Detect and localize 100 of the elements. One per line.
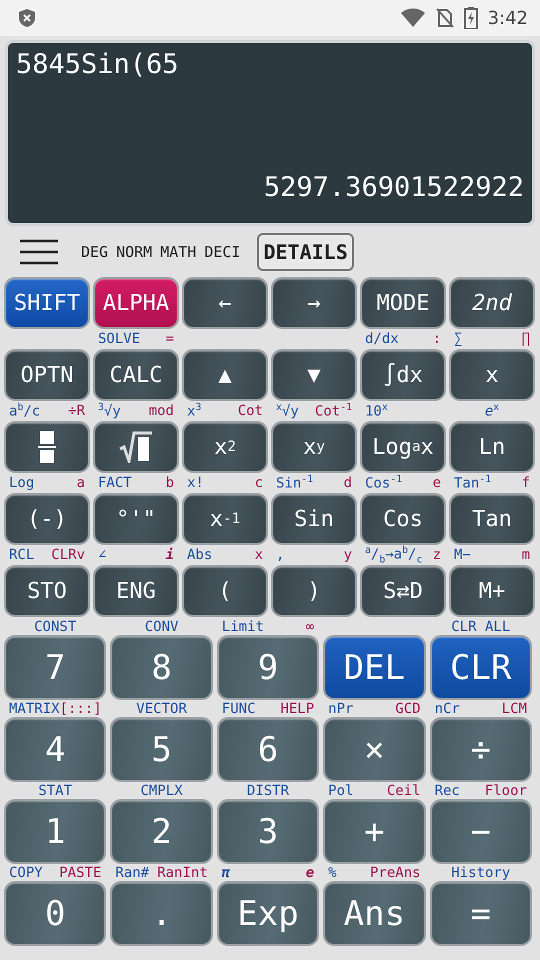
alpha-function-label: [:::] [60, 700, 102, 716]
calculator-key[interactable]: Ans [325, 883, 424, 944]
fraction-key[interactable] [6, 423, 88, 471]
alpha-function-label: LCM [502, 700, 527, 716]
calculator-key[interactable]: SHIFT [6, 279, 88, 327]
alpha-function-label: CLRv [51, 547, 85, 563]
shift-function-label: CLR ALL [451, 618, 510, 634]
shift-function-label: $^{a}$/$_{b}$→a$^{b}$/$_{c}$ [365, 544, 422, 566]
calculator-key[interactable]: ENG [95, 567, 177, 615]
shift-function-label: COPY [9, 864, 43, 880]
shift-function-label: Cos$^{-1}$ [365, 474, 402, 492]
alpha-function-label: e [306, 864, 314, 880]
alpha-function-label: ∞ [306, 618, 314, 634]
shift-function-label: e$^{x}$ [484, 402, 500, 420]
calculator-key[interactable]: Ln [451, 423, 533, 471]
alpha-function-label: PASTE [59, 864, 102, 880]
calculator-key[interactable]: S⇄D [362, 567, 444, 615]
calculator-key[interactable]: 7 [6, 637, 104, 698]
no-sim-icon [436, 8, 454, 28]
alpha-function-label: x [254, 547, 263, 563]
menu-icon[interactable] [20, 239, 58, 265]
fraction-icon [38, 430, 56, 464]
calculator-key[interactable]: CLR [432, 637, 530, 698]
calculator-key[interactable]: 9 [218, 637, 318, 698]
shift-function-label: , [276, 547, 284, 563]
shift-function-label: History [451, 864, 510, 880]
shift-function-label: DISTR [246, 782, 290, 798]
calculator-key[interactable]: ALPHA [95, 279, 177, 327]
shift-function-label: Abs [187, 547, 212, 563]
calculator-key[interactable]: ▼ [273, 351, 355, 399]
shift-function-label: a$^{b}$/c [9, 402, 40, 420]
alpha-function-label: ÷R [68, 403, 85, 419]
calculator-key[interactable]: = [432, 883, 530, 944]
calculator-key[interactable]: CALC [95, 351, 177, 399]
calculator-key[interactable]: x$^{-1}$ [184, 495, 266, 543]
shift-function-label: x! [187, 475, 204, 491]
calculator-key[interactable]: ) [273, 567, 355, 615]
calculator-key[interactable]: STO [6, 567, 88, 615]
shift-function-label: Rec [434, 782, 460, 798]
calculator-key[interactable]: 4 [6, 719, 104, 780]
alpha-function-label: b [166, 475, 174, 491]
shift-function-label: VECTOR [136, 700, 187, 716]
calculator-key[interactable]: 1 [6, 801, 104, 862]
calculator-key[interactable]: ∫dx [362, 351, 444, 399]
alpha-function-label: Cot [238, 403, 263, 419]
calculator-key[interactable]: 5 [112, 719, 211, 780]
shift-function-label: π [222, 864, 230, 880]
calculator-key[interactable]: × [325, 719, 424, 780]
calculator-key[interactable]: ▲ [184, 351, 266, 399]
calculator-key[interactable]: 0 [6, 883, 104, 944]
shift-function-label: Sin$^{-1}$ [276, 474, 314, 492]
calculator-key[interactable]: Cos [362, 495, 444, 543]
calculator-key[interactable]: 8 [112, 637, 211, 698]
calculator-key[interactable]: x$^{2}$ [184, 423, 266, 471]
alpha-function-label: m [522, 547, 530, 563]
calculator-key[interactable]: °'" [95, 495, 177, 543]
calculator-key[interactable]: Exp [218, 883, 318, 944]
calculator-key[interactable]: 6 [218, 719, 318, 780]
shift-function-label: MATRIX [9, 700, 60, 716]
battery-charging-icon [464, 7, 478, 29]
mode-indicator: MATH [160, 243, 196, 261]
alpha-function-label: f [522, 475, 530, 491]
shift-function-label: $^{x}$√y [276, 402, 299, 420]
alpha-function-label: c [254, 475, 263, 491]
calculator-key[interactable]: + [325, 801, 424, 862]
alpha-function-label: Floor [484, 782, 527, 798]
calculator-key[interactable]: → [273, 279, 355, 327]
calculator-key[interactable]: OPTN [6, 351, 88, 399]
calculator-key[interactable]: 3 [218, 801, 318, 862]
calculator-key[interactable]: Tan [451, 495, 533, 543]
shift-function-label: FUNC [222, 700, 256, 716]
alpha-function-label: ∏ [522, 331, 530, 347]
calculator-key[interactable]: 2nd [451, 279, 533, 327]
calculator-key[interactable]: x$^{y}$ [273, 423, 355, 471]
alpha-function-label: mod [148, 403, 174, 419]
calculator-key[interactable]: x [451, 351, 533, 399]
alpha-function-label: z [432, 547, 441, 563]
calculator-key[interactable]: ← [184, 279, 266, 327]
calculator-key[interactable]: MODE [362, 279, 444, 327]
shift-function-label: FACT [98, 475, 132, 491]
calculator-key[interactable]: . [112, 883, 211, 944]
shift-function-label: CONV [144, 618, 178, 634]
alpha-function-label: e [432, 475, 441, 491]
calculator-key[interactable]: DEL [325, 637, 424, 698]
calculator-key[interactable]: ( [184, 567, 266, 615]
calculator-key[interactable]: ÷ [432, 719, 530, 780]
calculator-key[interactable]: Sin [273, 495, 355, 543]
shift-function-label: CONST [34, 618, 76, 634]
calculator-key[interactable]: − [432, 801, 530, 862]
shift-function-label: $^{3}$√y [98, 402, 121, 420]
calculator-key[interactable]: 2 [112, 801, 211, 862]
shift-function-label: Log [9, 475, 34, 491]
calculator-key[interactable]: (-) [6, 495, 88, 543]
alpha-function-label: a [76, 475, 85, 491]
details-button[interactable]: DETAILS [257, 233, 354, 271]
calculator-key[interactable]: M+ [451, 567, 533, 615]
root-key[interactable] [95, 423, 177, 471]
shift-function-label: STAT [38, 782, 72, 798]
shift-function-label: CMPLX [140, 782, 183, 798]
shift-function-label: RCL [9, 547, 34, 563]
